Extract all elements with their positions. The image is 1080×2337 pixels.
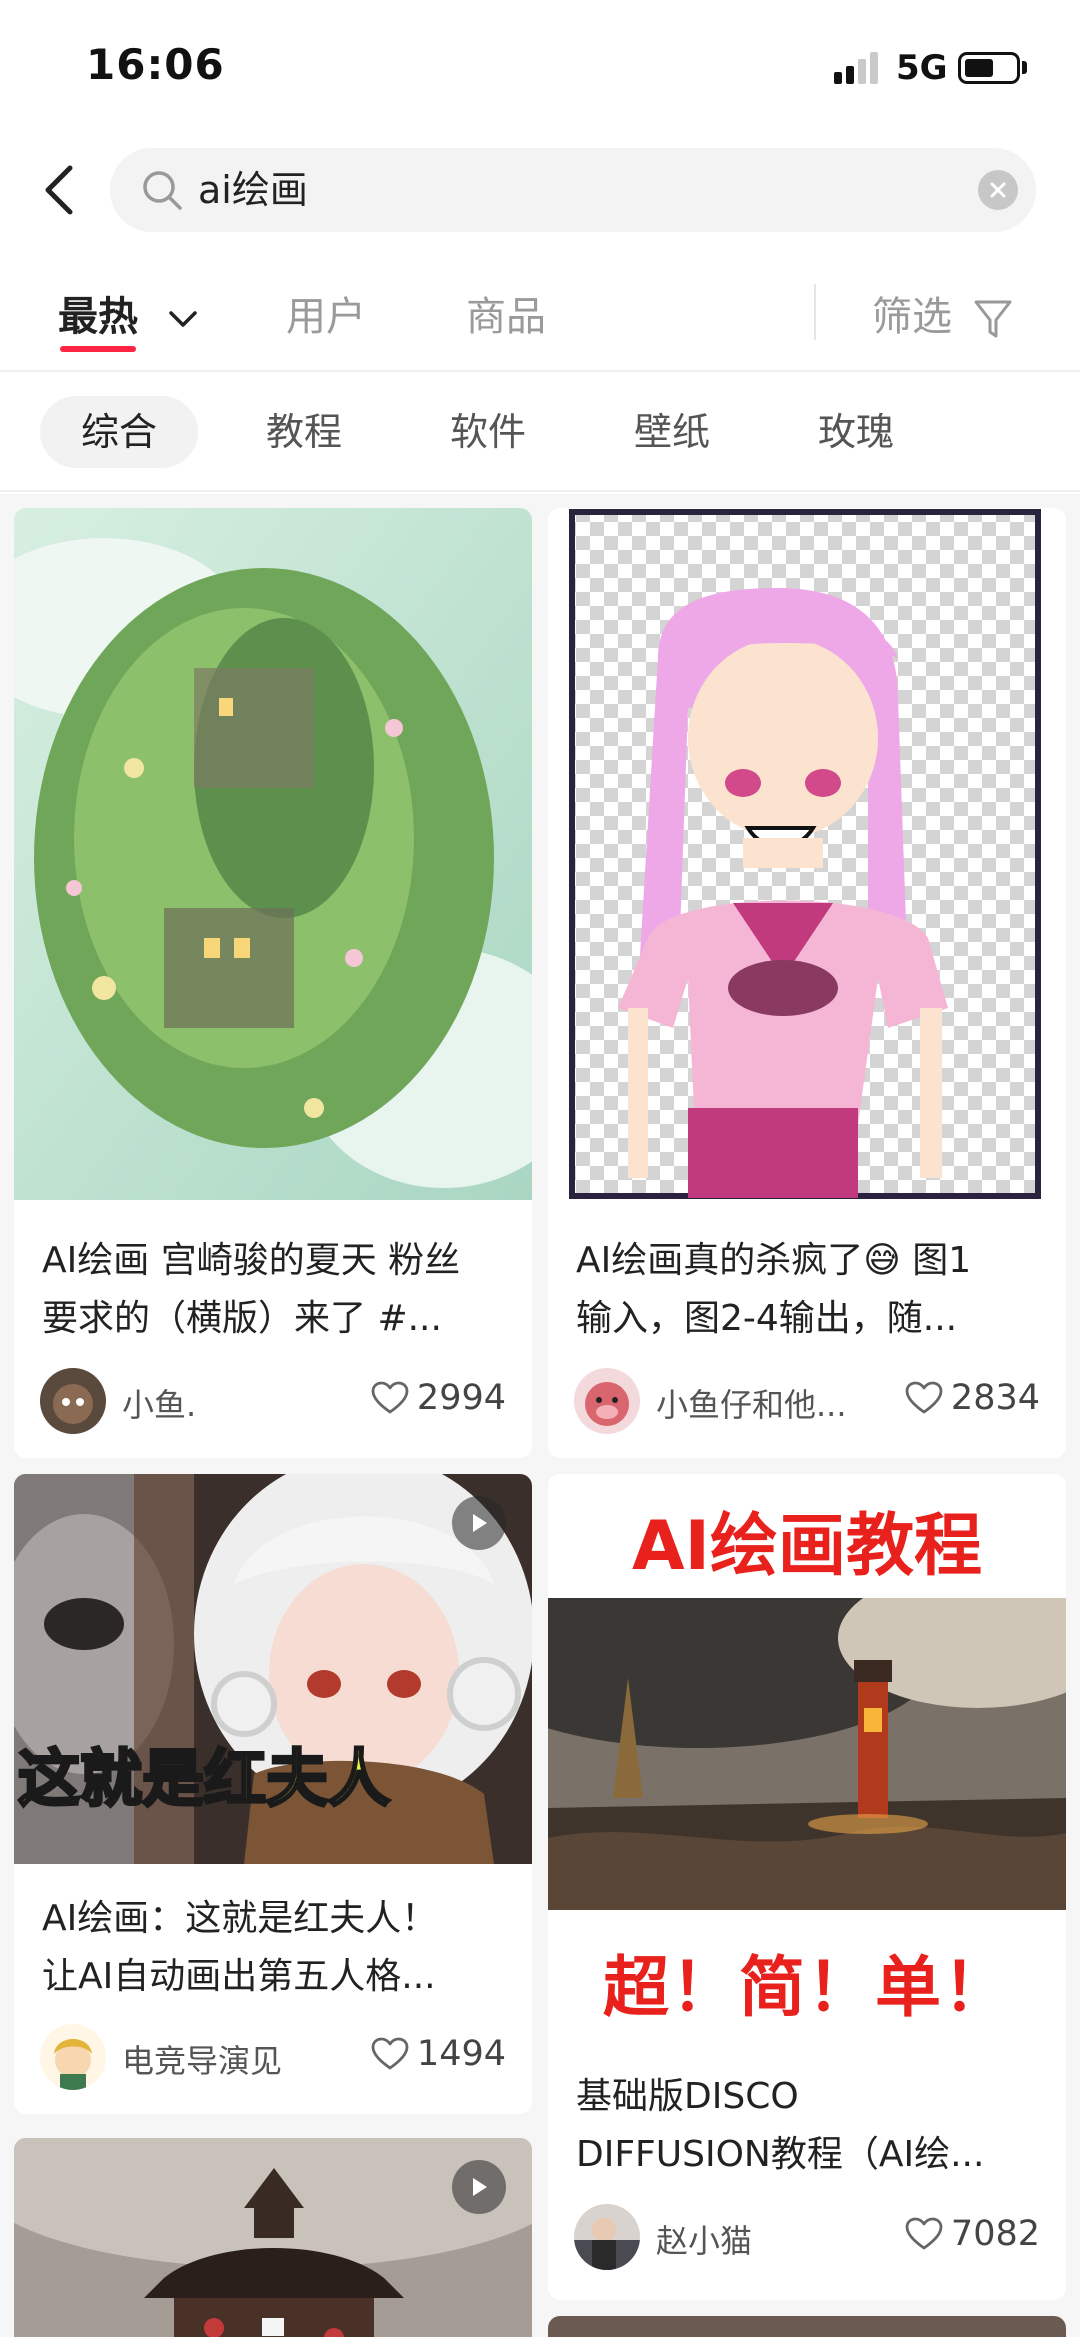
results-feed: AI绘画 宫崎骏的夏天 粉丝 要求的（横版）来了 #... 小鱼. 2994 A…	[0, 494, 1080, 2337]
card-image	[14, 2138, 532, 2337]
title-line: 要求的（横版）来了 #...	[42, 1298, 442, 1339]
like-count: 2994	[416, 1378, 506, 1418]
card-image: 这就是红夫人	[14, 1474, 532, 1864]
card-title: AI绘画真的杀疯了😅 图1 输入，图2-4输出，随...	[576, 1232, 1042, 1348]
network-label: 5G	[896, 48, 948, 88]
like-count: 7082	[950, 2214, 1040, 2254]
card-author[interactable]: 电竞导演见 1494	[40, 2024, 506, 2090]
video-indicator	[452, 2160, 506, 2214]
battery-icon	[958, 52, 1020, 84]
heart-icon	[371, 1381, 409, 1414]
chevron-down-icon	[169, 311, 197, 327]
active-tab-indicator	[60, 346, 136, 352]
tab-label: 最热	[58, 294, 138, 340]
like-count: 2834	[950, 1378, 1040, 1418]
card-image	[14, 508, 532, 1200]
search-icon	[143, 171, 182, 210]
avatar	[574, 1368, 640, 1434]
battery-cap	[1022, 61, 1027, 74]
author-name: 小鱼.	[122, 1386, 197, 1424]
category-chips: 综合 教程 软件 壁纸 玫瑰	[0, 372, 1080, 492]
clear-icon[interactable]	[978, 170, 1018, 210]
note-card[interactable]	[548, 2316, 1066, 2337]
like-button[interactable]: 2994	[371, 1378, 506, 1418]
card-title: 基础版DISCO DIFFUSION教程（AI绘...	[576, 2068, 1042, 2184]
author-name: 电竞导演见	[122, 2042, 283, 2080]
chip-wallpaper[interactable]: 壁纸	[614, 396, 730, 468]
card-title: AI绘画 宫崎骏的夏天 粉丝 要求的（横版）来了 #...	[42, 1232, 508, 1348]
note-card[interactable]: AI绘画教程 超！简！单！ 基础版DISCO DIFFUSION教程（AI绘..…	[548, 1474, 1066, 2300]
chip-software[interactable]: 软件	[430, 396, 546, 468]
close-icon	[990, 182, 1006, 198]
search-input[interactable]: ai绘画	[198, 148, 308, 232]
note-card[interactable]: AI绘画真的杀疯了😅 图1 输入，图2-4输出，随... 小鱼仔和他... 28…	[548, 508, 1066, 1458]
like-button[interactable]: 7082	[905, 2214, 1040, 2254]
card-author[interactable]: 小鱼仔和他... 2834	[574, 1368, 1040, 1434]
heart-icon	[905, 1381, 943, 1414]
tab-divider	[814, 284, 816, 340]
filter-button[interactable]: 筛选	[872, 284, 1013, 342]
status-bar: 16:06 5G	[0, 0, 1080, 130]
chip-tutorial[interactable]: 教程	[246, 396, 362, 468]
card-image: AI绘画教程 超！简！单！	[548, 1474, 1066, 2044]
heart-icon	[371, 2037, 409, 2070]
heart-icon	[905, 2217, 943, 2250]
card-image	[548, 2316, 1066, 2337]
author-name: 小鱼仔和他...	[656, 1386, 847, 1424]
video-indicator	[452, 1496, 506, 1550]
title-line: AI绘画真的杀疯了😅 图1	[576, 1240, 972, 1281]
tabs-row: 最热 用户 商品 筛选	[0, 262, 1080, 372]
title-line: 让AI自动画出第五人格...	[42, 1956, 436, 1997]
title-line: DIFFUSION教程（AI绘...	[576, 2134, 985, 2175]
chip-rose[interactable]: 玫瑰	[798, 396, 914, 468]
note-card[interactable]: 这就是红夫人 AI绘画：这就是红夫人！ 让AI自动画出第五人格... 电竞导演见…	[14, 1474, 532, 2114]
avatar	[40, 1368, 106, 1434]
play-icon	[473, 2178, 487, 2196]
status-time: 16:06	[86, 40, 225, 89]
play-icon	[473, 1514, 487, 1532]
tab-products[interactable]: 商品	[466, 284, 546, 342]
note-card[interactable]: AI绘画 宫崎骏的夏天 粉丝 要求的（横版）来了 #... 小鱼. 2994	[14, 508, 532, 1458]
tab-users[interactable]: 用户	[286, 284, 366, 342]
banner-subtitle: 超！简！单！	[603, 1949, 1011, 2026]
like-button[interactable]: 1494	[371, 2034, 506, 2074]
chip-overall[interactable]: 综合	[40, 396, 198, 468]
back-icon	[45, 165, 73, 215]
banner-title: AI绘画教程	[632, 1507, 982, 1586]
note-card[interactable]	[14, 2138, 532, 2337]
author-name: 赵小猫	[656, 2222, 753, 2260]
avatar	[574, 2204, 640, 2270]
filter-icon	[974, 300, 1012, 338]
title-line: 基础版DISCO	[576, 2076, 799, 2117]
title-line: 输入，图2-4输出，随...	[576, 1298, 958, 1339]
back-button[interactable]	[34, 160, 84, 220]
overlay-caption: 这就是红夫人	[16, 1741, 391, 1817]
filter-label: 筛选	[872, 294, 952, 340]
card-author[interactable]: 赵小猫 7082	[574, 2204, 1040, 2270]
avatar	[40, 2024, 106, 2090]
search-box[interactable]: ai绘画	[110, 148, 1036, 232]
card-image	[548, 508, 1066, 1200]
title-line: AI绘画 宫崎骏的夏天 粉丝	[42, 1240, 461, 1281]
signal-icon	[834, 52, 880, 84]
like-button[interactable]: 2834	[905, 1378, 1040, 1418]
tab-hottest[interactable]: 最热	[58, 284, 200, 342]
like-count: 1494	[416, 2034, 506, 2074]
card-author[interactable]: 小鱼. 2994	[40, 1368, 506, 1434]
card-title: AI绘画：这就是红夫人！ 让AI自动画出第五人格...	[42, 1890, 508, 2006]
title-line: AI绘画：这就是红夫人！	[42, 1898, 438, 1939]
